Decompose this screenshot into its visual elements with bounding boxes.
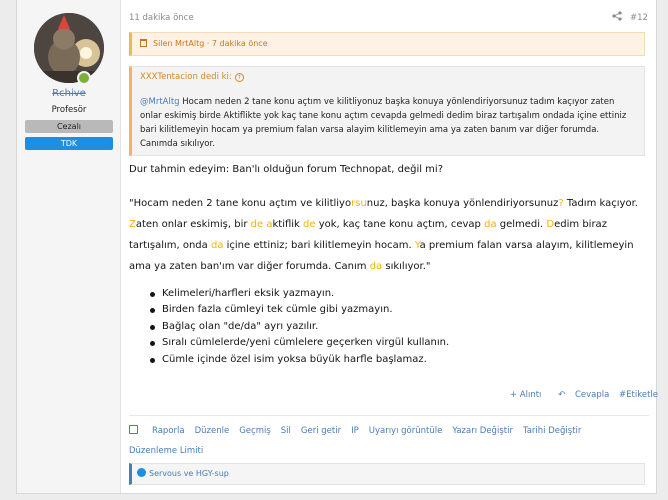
undelete-link[interactable]: Geri getir: [301, 426, 341, 436]
highlight: de: [303, 219, 316, 230]
text: ama ya zaten ban'ım var diğer forumda. C…: [129, 261, 370, 272]
text: aten onlar eskimiş, bir: [135, 219, 251, 230]
tips-list: Kelimeleri/harfleri eksik yazmayın. Bird…: [150, 286, 642, 368]
list-item: Sıralı cümlelerde/yeni cümlelere geçerke…: [150, 335, 642, 351]
highlight: da: [210, 240, 224, 251]
username[interactable]: Rchive: [17, 88, 121, 99]
reply-icon: ↶: [558, 390, 568, 400]
deleted-text: Silen MrtAltg · 7 dakika önce: [153, 39, 268, 48]
quote-line: Hocam neden 2 tane konu açtım ve kilitli…: [179, 97, 615, 107]
text: içine ettiniz; bari kilitlemeyin hocam.: [223, 240, 415, 251]
highlight: D: [546, 219, 555, 230]
list-item: Bağlaç olan "de/da" ayrı yazılır.: [150, 319, 642, 335]
text: sıkılıyor.": [382, 261, 431, 272]
highlight: rsu: [351, 198, 367, 209]
select-checkbox[interactable]: [129, 425, 138, 434]
text: edim biraz: [554, 219, 607, 230]
quote-button[interactable]: + Alıntı: [510, 390, 541, 400]
quote-block: XXXTentacion dedi ki: ↑ @MrtAltg Hocam ne…: [129, 66, 645, 156]
avatar[interactable]: [34, 13, 104, 83]
likes-bar: Servous ve HGY-sup: [129, 463, 645, 485]
online-status-icon: [77, 71, 91, 85]
quote-line: bari kilitlemeyin hocam ya premium falan…: [140, 125, 600, 135]
trash-icon: [140, 39, 147, 47]
edit-limit-link[interactable]: Düzenleme Limiti: [129, 446, 203, 456]
text: gelmedi.: [496, 219, 547, 230]
quote-line: Canımda sıkılıyor.: [140, 139, 215, 149]
like-icon: [137, 468, 146, 477]
share-icon[interactable]: [612, 11, 622, 24]
quote-author[interactable]: XXXTentacion dedi ki:: [140, 72, 232, 82]
banned-banner: Cezalı: [25, 120, 113, 133]
quote-body: @MrtAltg Hocam neden 2 tane konu açtım v…: [140, 95, 640, 151]
likes-text[interactable]: Servous ve HGY-sup: [149, 469, 229, 478]
reply-label: Cevapla: [574, 390, 610, 400]
post-main: 11 dakika önce #12 Silen MrtAltg · 7 dak…: [122, 0, 658, 493]
text: ktiflik: [272, 219, 304, 230]
arrow-up-icon[interactable]: ↑: [234, 73, 244, 82]
text: tartışalım, onda: [129, 240, 211, 251]
mention-link[interactable]: @MrtAltg: [140, 97, 180, 107]
edit-link[interactable]: Düzenle: [195, 426, 230, 436]
text: nuz, başka konuya yönlendiriyorsunuz: [366, 198, 559, 209]
deleted-notice: Silen MrtAltg · 7 dakika önce: [129, 32, 645, 56]
reaction-bar: + Alıntı ↶ Cevapla #Etiketle: [122, 390, 658, 400]
tag-button[interactable]: #Etiketle: [619, 390, 658, 400]
reply-button[interactable]: ↶ Cevapla: [551, 390, 609, 400]
highlight: da: [369, 261, 383, 272]
highlight: de a: [250, 219, 273, 230]
tdk-banner: TDK: [25, 137, 113, 150]
post-number[interactable]: #12: [630, 13, 648, 23]
highlight: Z: [129, 219, 136, 230]
quote-header[interactable]: XXXTentacion dedi ki: ↑: [140, 72, 244, 82]
list-item: Kelimeleri/harfleri eksik yazmayın.: [150, 286, 642, 302]
quote-line: onlar eskimiş birde Aktiflikte yok kaç t…: [140, 111, 627, 121]
highlight: da: [484, 219, 497, 230]
post-intro: Dur tahmin edeyim: Ban'lı olduğun forum …: [129, 164, 444, 175]
user-title: Profesör: [51, 105, 87, 115]
view-warning-link[interactable]: Uyarıyı görüntüle: [369, 426, 443, 436]
change-date-link[interactable]: Tarihi Değiştir: [523, 426, 581, 436]
delete-link[interactable]: Sil: [281, 426, 291, 436]
user-sidebar: Rchive Profesör Cezalı TDK: [17, 0, 121, 493]
text: "Hocam neden 2 tane konu açtım ve kilitl…: [129, 198, 352, 209]
history-link[interactable]: Geçmiş: [239, 426, 271, 436]
ip-link[interactable]: IP: [351, 426, 359, 436]
report-link[interactable]: Raporla: [152, 426, 185, 436]
post-time[interactable]: 11 dakika önce: [129, 13, 194, 23]
text: Tadım kaçıyor.: [563, 198, 638, 209]
corrected-paragraph: "Hocam neden 2 tane konu açtım ve kilitl…: [129, 193, 651, 277]
change-author-link[interactable]: Yazarı Değiştir: [452, 426, 513, 436]
list-item: Cümle içinde özel isim yoksa büyük harfl…: [150, 352, 642, 368]
post-card: Rchive Profesör Cezalı TDK 11 dakika önc…: [16, 0, 658, 494]
text: a premium falan varsa alayım, kilitlemey…: [419, 240, 634, 251]
text: yok, kaç tane konu açtım, cevap: [315, 219, 485, 230]
list-item: Birden fazla cümleyi tek cümle gibi yazm…: [150, 302, 642, 318]
action-bar: Raporla Düzenle Geçmiş Sil Geri getir IP Uyarı…: [129, 415, 649, 461]
